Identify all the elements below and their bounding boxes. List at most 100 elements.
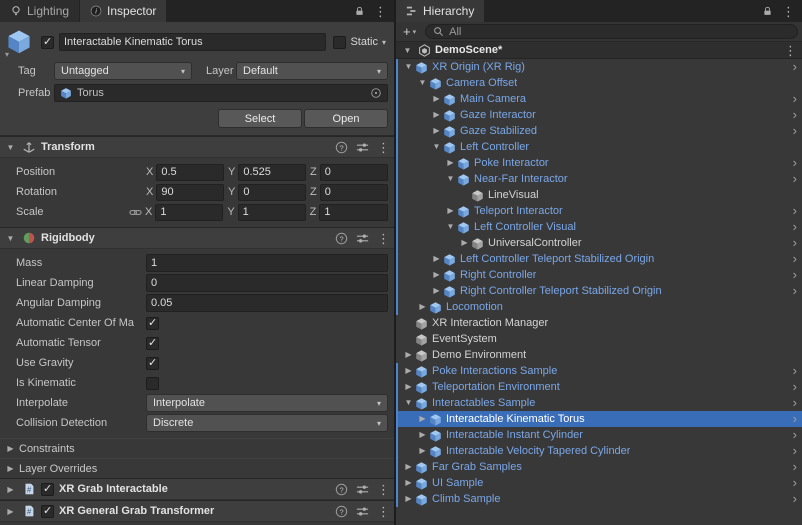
gameobject-icon-button[interactable]: ▾ xyxy=(5,28,36,59)
field-checkbox[interactable] xyxy=(146,356,159,370)
field-input[interactable] xyxy=(146,274,388,292)
icon-dropdown-arrow[interactable]: ▾ xyxy=(5,50,9,59)
foldout-arrow[interactable]: ▼ xyxy=(4,143,17,152)
foldout-arrow[interactable]: ▼ xyxy=(402,59,415,75)
tab-inspector[interactable]: i Inspector xyxy=(80,0,167,22)
open-prefab-arrow[interactable]: › xyxy=(793,204,797,218)
foldout-arrow[interactable]: ▶ xyxy=(444,203,457,219)
rotation-y-input[interactable] xyxy=(238,183,306,201)
foldout-arrow[interactable]: ▼ xyxy=(444,171,457,187)
foldout-arrow[interactable]: ▶ xyxy=(416,411,429,427)
hierarchy-row[interactable]: ▼ Near-Far Interactor › xyxy=(396,171,802,187)
foldout-arrow[interactable]: ▶ xyxy=(430,123,443,139)
presets-icon[interactable] xyxy=(356,505,369,518)
foldout-arrow[interactable]: ▶ xyxy=(402,459,415,475)
hierarchy-row[interactable]: ▶ Climb Sample › xyxy=(396,491,802,507)
hierarchy-row[interactable]: ▶ Locomotion xyxy=(396,299,802,315)
open-prefab-arrow[interactable]: › xyxy=(793,476,797,490)
foldout-arrow[interactable]: ▶ xyxy=(416,427,429,443)
scale-z-input[interactable] xyxy=(319,203,388,221)
foldout-arrow[interactable]: ▼ xyxy=(4,234,17,243)
open-prefab-arrow[interactable]: › xyxy=(793,268,797,282)
foldout-arrow[interactable]: ▶ xyxy=(402,347,415,363)
component-enabled-checkbox[interactable] xyxy=(41,482,54,496)
open-prefab-arrow[interactable]: › xyxy=(793,236,797,250)
kebab-menu-icon[interactable]: ⋮ xyxy=(782,5,795,18)
scene-header[interactable]: ▼ DemoScene* ⋮ xyxy=(396,42,802,59)
hierarchy-row[interactable]: ▶ Far Grab Samples › xyxy=(396,459,802,475)
add-gameobject-button[interactable]: + ▾ xyxy=(400,24,419,39)
kebab-menu-icon[interactable]: ⋮ xyxy=(377,505,390,518)
hierarchy-row[interactable]: ▶ Teleportation Environment › xyxy=(396,379,802,395)
hierarchy-row[interactable]: ▶ Poke Interactions Sample › xyxy=(396,363,802,379)
foldout-arrow[interactable]: ▶ xyxy=(402,363,415,379)
hierarchy-row[interactable]: ▼ XR Origin (XR Rig) › xyxy=(396,59,802,75)
prefab-select-button[interactable]: Select xyxy=(218,109,302,128)
gameobject-name-input[interactable] xyxy=(59,33,327,51)
hierarchy-row[interactable]: ▼ Interactables Sample › xyxy=(396,395,802,411)
prefab-open-button[interactable]: Open xyxy=(304,109,388,128)
foldout-arrow[interactable]: ▶ xyxy=(4,507,17,516)
foldout-arrow[interactable]: ▼ xyxy=(401,46,414,55)
layer-dropdown[interactable]: Default ▾ xyxy=(236,62,388,80)
hierarchy-row[interactable]: ▶ Right Controller › xyxy=(396,267,802,283)
kebab-menu-icon[interactable]: ⋮ xyxy=(377,141,390,154)
open-prefab-arrow[interactable]: › xyxy=(793,124,797,138)
tab-hierarchy[interactable]: Hierarchy xyxy=(396,0,485,22)
field-checkbox[interactable] xyxy=(146,336,159,350)
scale-x-input[interactable] xyxy=(155,203,224,221)
open-prefab-arrow[interactable]: › xyxy=(793,108,797,122)
static-dropdown[interactable]: Static ▾ xyxy=(331,35,388,49)
presets-icon[interactable] xyxy=(356,232,369,245)
foldout-arrow[interactable]: ▶ xyxy=(444,155,457,171)
hierarchy-row[interactable]: ▶ Poke Interactor › xyxy=(396,155,802,171)
position-z-input[interactable] xyxy=(319,163,388,181)
hierarchy-row[interactable]: ▶ Interactable Instant Cylinder › xyxy=(396,427,802,443)
open-prefab-arrow[interactable]: › xyxy=(793,156,797,170)
open-prefab-arrow[interactable]: › xyxy=(793,172,797,186)
kebab-menu-icon[interactable]: ⋮ xyxy=(377,232,390,245)
hierarchy-row[interactable]: ▶ UniversalController › xyxy=(396,235,802,251)
position-x-input[interactable] xyxy=(156,163,224,181)
hierarchy-row[interactable]: ▶ Right Controller Teleport Stabilized Or… xyxy=(396,283,802,299)
hierarchy-row[interactable]: ▼ Left Controller Visual › xyxy=(396,219,802,235)
lock-icon[interactable] xyxy=(354,5,365,17)
kebab-menu-icon[interactable]: ⋮ xyxy=(784,44,797,57)
open-prefab-arrow[interactable]: › xyxy=(793,364,797,378)
open-prefab-arrow[interactable]: › xyxy=(793,460,797,474)
field-dropdown[interactable]: Interpolate ▾ xyxy=(146,394,388,412)
foldout-arrow[interactable]: ▶ xyxy=(4,464,17,473)
field-input[interactable] xyxy=(146,294,388,312)
open-prefab-arrow[interactable]: › xyxy=(793,396,797,410)
field-input[interactable] xyxy=(146,254,388,272)
open-prefab-arrow[interactable]: › xyxy=(793,60,797,74)
presets-icon[interactable] xyxy=(356,141,369,154)
open-prefab-arrow[interactable]: › xyxy=(793,444,797,458)
prefab-object-field[interactable]: Torus xyxy=(54,84,388,102)
active-checkbox[interactable] xyxy=(41,35,54,49)
help-icon[interactable]: ? xyxy=(335,232,348,245)
field-checkbox[interactable] xyxy=(146,376,159,390)
foldout-arrow[interactable]: ▶ xyxy=(416,299,429,315)
lock-icon[interactable] xyxy=(762,5,773,17)
help-icon[interactable]: ? xyxy=(335,505,348,518)
foldout-arrow[interactable]: ▶ xyxy=(416,443,429,459)
foldout-arrow[interactable]: ▶ xyxy=(4,444,17,453)
open-prefab-arrow[interactable]: › xyxy=(793,380,797,394)
layer-overrides-foldout[interactable]: ▶ Layer Overrides xyxy=(0,458,394,478)
foldout-arrow[interactable]: ▶ xyxy=(402,379,415,395)
foldout-arrow[interactable]: ▼ xyxy=(430,139,443,155)
foldout-arrow[interactable]: ▶ xyxy=(430,91,443,107)
hierarchy-row[interactable]: XR Interaction Manager xyxy=(396,315,802,331)
prefab-picker-icon[interactable] xyxy=(370,87,382,99)
hierarchy-row[interactable]: ▶ Left Controller Teleport Stabilized Ori… xyxy=(396,251,802,267)
open-prefab-arrow[interactable]: › xyxy=(793,284,797,298)
foldout-arrow[interactable]: ▼ xyxy=(402,395,415,411)
open-prefab-arrow[interactable]: › xyxy=(793,412,797,426)
foldout-arrow[interactable]: ▶ xyxy=(430,107,443,123)
component-enabled-checkbox[interactable] xyxy=(41,504,54,518)
foldout-arrow[interactable]: ▶ xyxy=(430,283,443,299)
foldout-arrow[interactable]: ▶ xyxy=(458,235,471,251)
help-icon[interactable]: ? xyxy=(335,141,348,154)
foldout-arrow[interactable]: ▶ xyxy=(402,475,415,491)
